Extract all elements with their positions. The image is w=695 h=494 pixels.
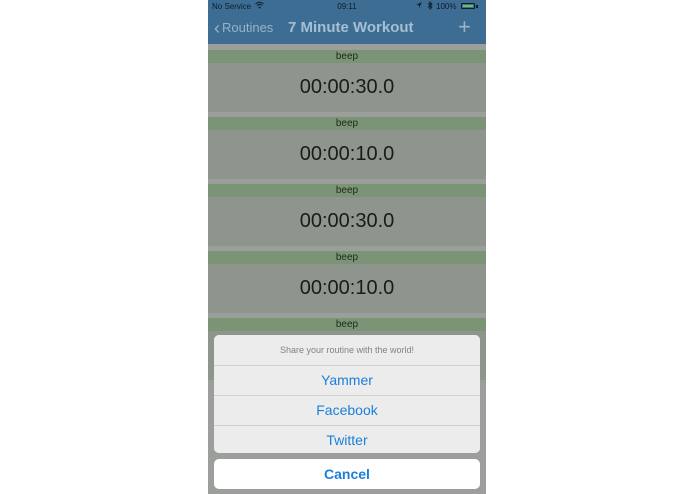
location-icon <box>415 1 423 11</box>
routine-list: beep 00:00:30.0 beep 00:00:10.0 beep 00:… <box>208 44 486 380</box>
back-button[interactable]: ‹ Routines <box>214 17 274 38</box>
battery-icon <box>461 3 475 9</box>
interval-time: 00:00:30.0 <box>208 197 486 246</box>
interval-time: 00:00:30.0 <box>208 63 486 112</box>
interval-time: 00:00:10.0 <box>208 130 486 179</box>
sound-label: beep <box>208 184 486 197</box>
share-sheet-title: Share your routine with the world! <box>214 335 480 366</box>
page-title: 7 Minute Workout <box>288 19 414 36</box>
bluetooth-icon <box>427 0 433 12</box>
navigation-bar: ‹ Routines 7 Minute Workout + <box>208 13 486 44</box>
share-twitter-button[interactable]: Twitter <box>214 426 480 453</box>
back-button-label: Routines <box>222 20 274 35</box>
battery-cap <box>476 5 478 8</box>
cancel-button[interactable]: Cancel <box>214 459 480 489</box>
share-action-sheet: Share your routine with the world! Yamme… <box>214 335 480 453</box>
status-bar: No Service 09:11 100% <box>208 0 486 13</box>
plus-icon[interactable]: + <box>458 14 471 40</box>
chevron-left-icon: ‹ <box>214 17 220 38</box>
sound-label: beep <box>208 50 486 63</box>
share-yammer-button[interactable]: Yammer <box>214 366 480 396</box>
battery-percent: 100% <box>436 2 457 11</box>
list-item[interactable]: beep 00:00:10.0 <box>208 251 486 313</box>
list-item[interactable]: beep 00:00:30.0 <box>208 50 486 112</box>
sound-label: beep <box>208 318 486 331</box>
sound-label: beep <box>208 117 486 130</box>
interval-time: 00:00:10.0 <box>208 264 486 313</box>
share-facebook-button[interactable]: Facebook <box>214 396 480 426</box>
list-item[interactable]: beep 00:00:10.0 <box>208 117 486 179</box>
list-item[interactable]: beep 00:00:30.0 <box>208 184 486 246</box>
phone-screen: No Service 09:11 100% ‹ Routines 7 Minut… <box>208 0 486 494</box>
sound-label: beep <box>208 251 486 264</box>
